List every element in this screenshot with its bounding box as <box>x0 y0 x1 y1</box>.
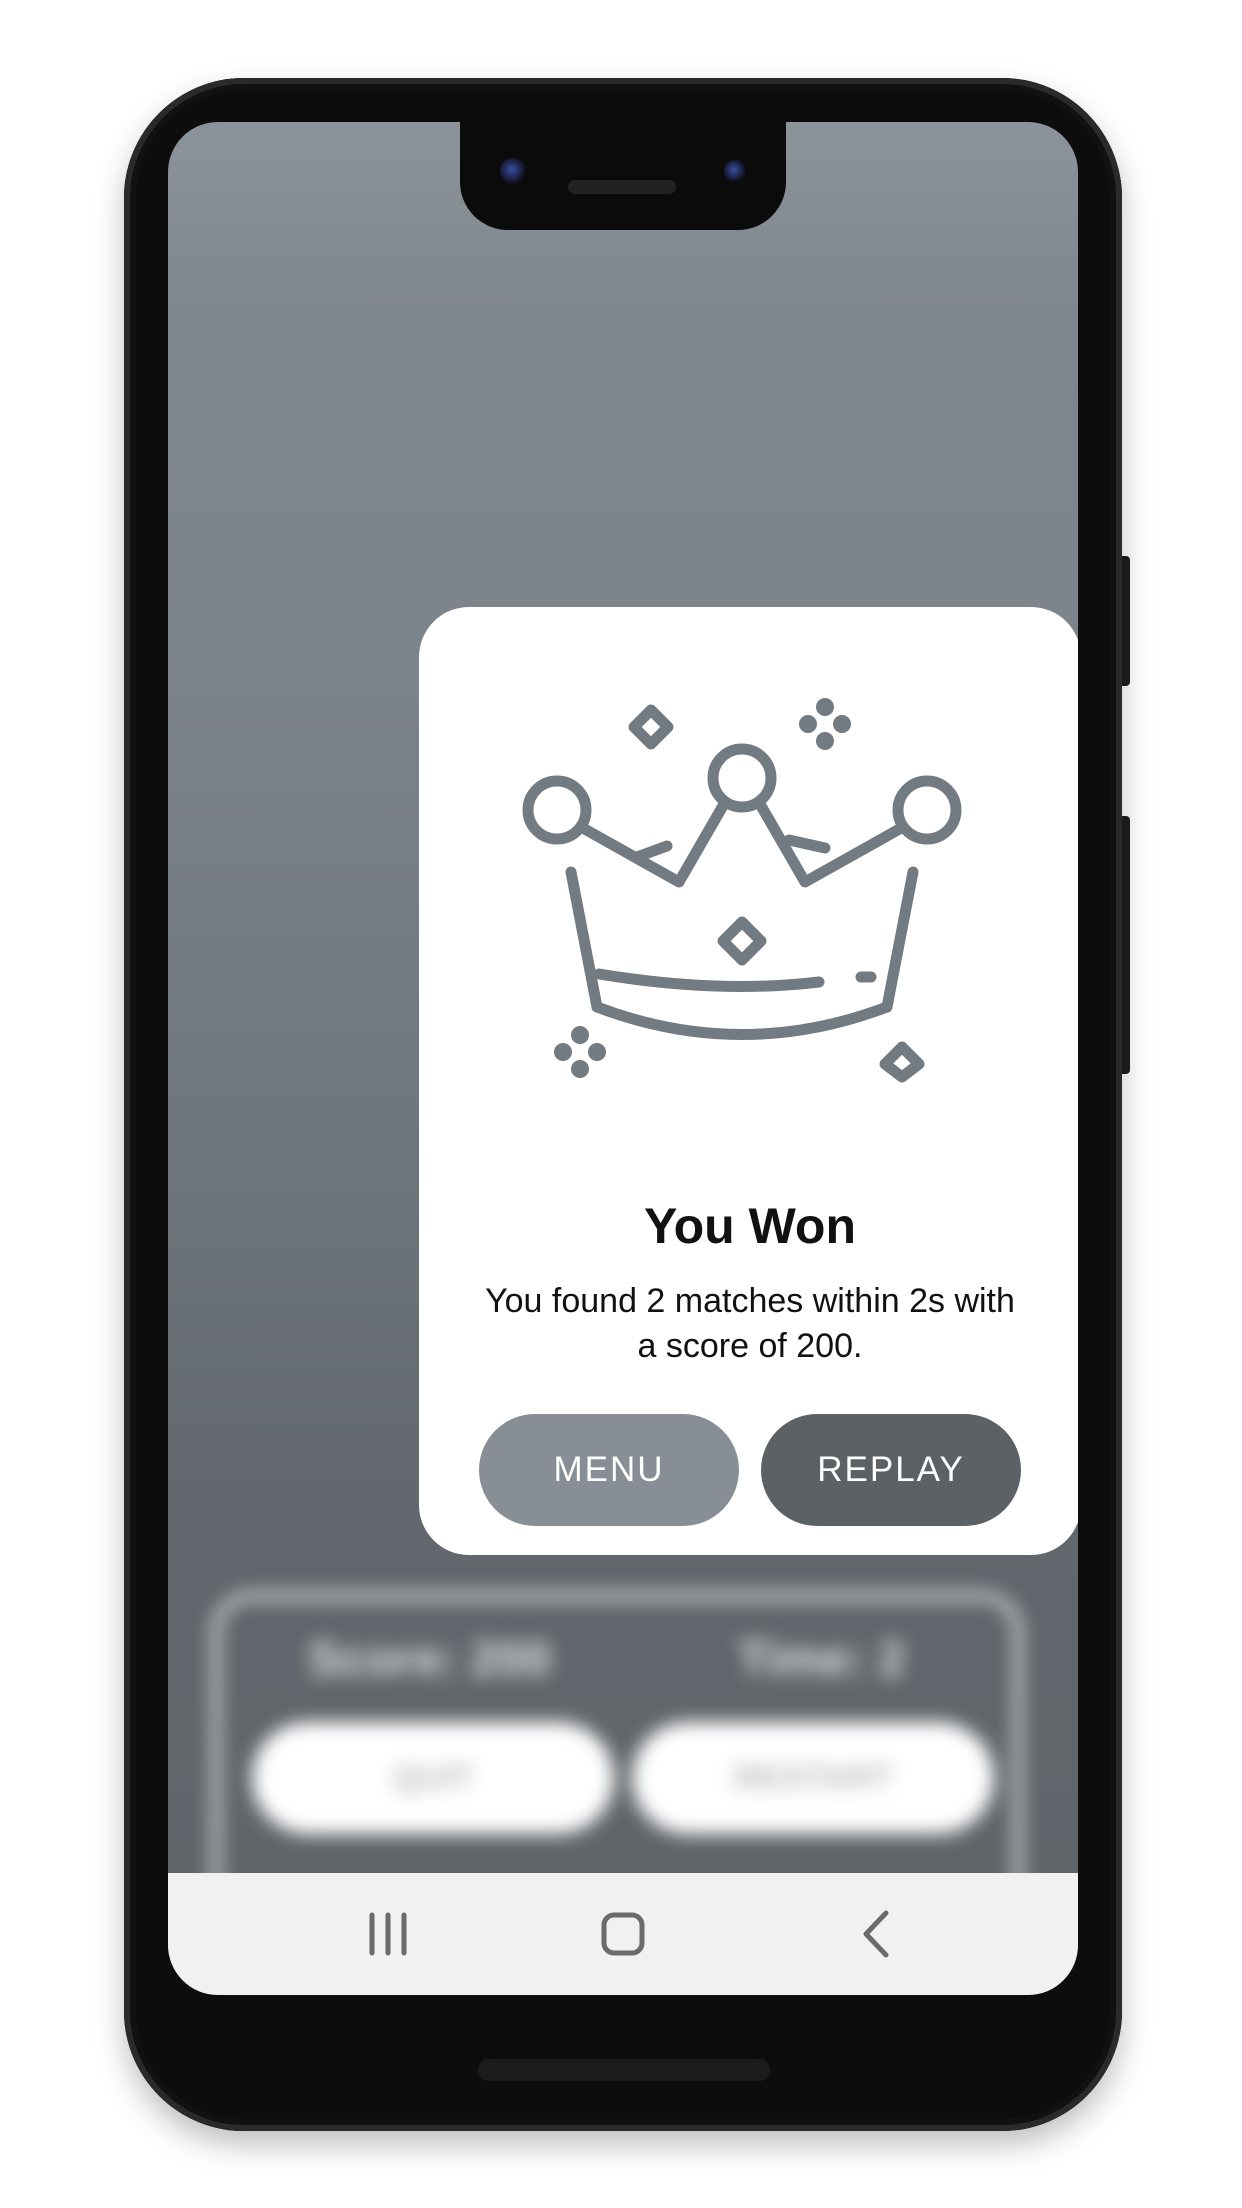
earpiece <box>568 180 676 194</box>
screen: Score: 200 Time: 2 QUIT RESTART You Won … <box>168 122 1078 1995</box>
crown-icon <box>522 698 962 1083</box>
front-camera <box>500 158 526 184</box>
front-sensor <box>724 160 746 182</box>
win-dialog: You Won You found 2 matches within 2s wi… <box>419 607 1078 1555</box>
dialog-title: You Won <box>644 1198 856 1254</box>
score-label: Score: 200 <box>308 1633 551 1686</box>
dialog-message: You found 2 matches within 2s with a sco… <box>485 1282 1015 1365</box>
quit-button: QUIT <box>252 1722 614 1834</box>
power-button <box>1122 556 1130 686</box>
volume-button <box>1122 816 1130 1074</box>
recents-icon[interactable] <box>348 1903 428 1965</box>
back-icon[interactable] <box>836 1903 916 1965</box>
bottom-speaker <box>478 2059 770 2081</box>
restart-button: RESTART <box>632 1722 994 1834</box>
menu-button[interactable]: MENU <box>479 1414 739 1526</box>
replay-button[interactable]: REPLAY <box>761 1414 1021 1526</box>
device-frame: Score: 200 Time: 2 QUIT RESTART You Won … <box>0 0 1242 2208</box>
home-icon[interactable] <box>583 1903 663 1965</box>
camera-notch <box>460 122 786 230</box>
phone-body: Score: 200 Time: 2 QUIT RESTART You Won … <box>124 78 1130 2131</box>
system-navigation-bar <box>168 1873 1078 1995</box>
time-label: Time: 2 <box>738 1633 906 1686</box>
